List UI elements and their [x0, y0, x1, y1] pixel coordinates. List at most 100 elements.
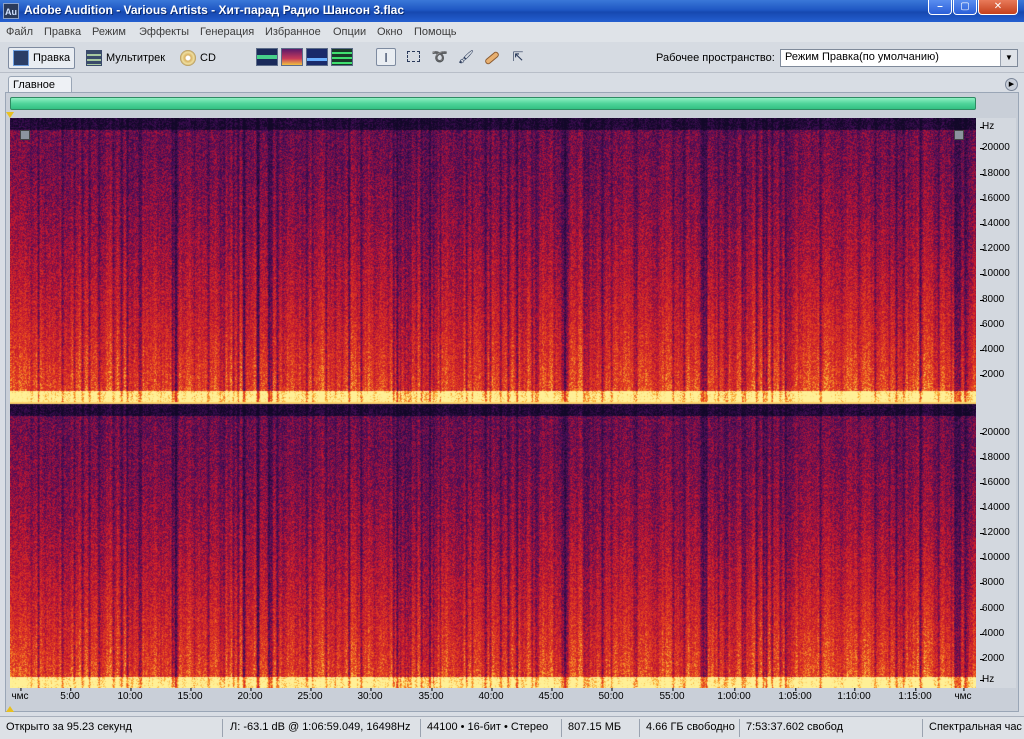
lasso-tool[interactable]: ➰ — [430, 48, 450, 66]
i-beam-icon: I — [384, 50, 388, 65]
time-tick: 20:00 — [237, 688, 263, 702]
maximize-button[interactable]: ▢ — [953, 0, 977, 15]
workspace-select[interactable]: Режим Правка(по умолчанию) ▼ — [780, 49, 1018, 67]
menu-generate[interactable]: Генерация — [200, 26, 254, 38]
time-tick: 1:15:00 — [898, 688, 932, 702]
time-end-label: чмс — [954, 688, 972, 702]
status-divider — [639, 719, 640, 737]
cd-icon — [180, 50, 196, 66]
freq-tick: 12000 — [980, 243, 1010, 254]
menu-options[interactable]: Опции — [333, 26, 366, 38]
menu-help[interactable]: Помощь — [414, 26, 457, 38]
menu-view[interactable]: Режим — [92, 26, 126, 38]
freq-tick: 8000 — [979, 294, 1005, 305]
status-open-time: Открыто за 95.23 секунд — [6, 721, 132, 733]
menu-effects[interactable]: Эффекты — [139, 26, 189, 38]
status-divider — [922, 719, 923, 737]
spectral-display-icon — [282, 49, 298, 65]
tab-main[interactable]: Главное — [8, 76, 72, 93]
freq-tick: 10000 — [980, 552, 1010, 563]
close-button[interactable]: ✕ — [978, 0, 1018, 15]
freq-tick: 6000 — [979, 319, 1005, 330]
freq-tick: 20000 — [980, 142, 1010, 153]
spectrogram-display[interactable] — [10, 118, 976, 688]
freq-tick: 4000 — [979, 344, 1005, 355]
lasso-icon: ➰ — [431, 49, 449, 64]
time-start-label: чмс — [11, 688, 29, 702]
overview-range-bar[interactable] — [10, 97, 976, 110]
time-ruler[interactable]: чмс 5:00 10:00 15:00 20:00 25:00 30:00 3… — [10, 688, 976, 706]
paintbrush-icon: 🖌 — [457, 49, 475, 64]
phase-display-toggle[interactable] — [331, 48, 353, 66]
status-divider — [739, 719, 740, 737]
status-bar: Открыто за 95.23 секунд Л: -63.1 dB @ 1:… — [0, 716, 1024, 739]
minimize-button[interactable]: – — [928, 0, 952, 15]
effects-paintbrush-tool[interactable]: 🖌 — [456, 48, 476, 66]
time-tick: 35:00 — [418, 688, 444, 702]
time-tick: 55:00 — [659, 688, 685, 702]
status-divider — [222, 719, 223, 737]
chevron-down-icon: ▼ — [1000, 50, 1017, 66]
audition-icon: Au — [3, 3, 19, 19]
time-selection-tool[interactable]: I — [376, 48, 396, 66]
window-title: Adobe Audition - Various Artists - Хит-п… — [24, 3, 405, 17]
spectral-display-toggle[interactable] — [281, 48, 303, 66]
waveform-display-toggle[interactable] — [256, 48, 278, 66]
freq-tick: 8000 — [979, 577, 1005, 588]
freq-tick: 18000 — [980, 168, 1010, 179]
status-view-mode: Спектральная час — [929, 721, 1022, 733]
freq-tick: 6000 — [979, 603, 1005, 614]
time-tick: 1:05:00 — [778, 688, 812, 702]
pan-display-toggle[interactable] — [306, 48, 328, 66]
waveform-icon — [13, 50, 29, 66]
right-channel-handle[interactable] — [954, 130, 964, 140]
status-divider — [420, 719, 421, 737]
frequency-axis: Hz 20000 18000 16000 14000 12000 10000 8… — [976, 118, 1016, 688]
cd-view-button[interactable]: CD — [180, 47, 216, 69]
spectral-pan-icon — [307, 49, 327, 65]
menu-file[interactable]: Файл — [6, 26, 33, 38]
marquee-tool[interactable] — [403, 48, 423, 66]
menu-window[interactable]: Окно — [377, 26, 403, 38]
status-format: 44100 • 16-бит • Стерео — [427, 721, 549, 733]
time-tick: 1:10:00 — [837, 688, 871, 702]
freq-tick: 10000 — [980, 268, 1010, 279]
multitrack-icon — [86, 50, 102, 66]
status-free-space: 4.66 ГБ свободно — [646, 721, 735, 733]
freq-tick: 18000 — [980, 452, 1010, 463]
spectral-phase-icon — [332, 49, 352, 65]
time-tick: 30:00 — [357, 688, 383, 702]
freq-tick: 14000 — [980, 218, 1010, 229]
multitrack-view-label: Мультитрек — [106, 52, 166, 64]
time-tick: 25:00 — [297, 688, 323, 702]
left-channel-handle[interactable] — [20, 130, 30, 140]
toolbar: Правка Мультитрек CD I ➰ 🖌 ⇱ Рабочее про… — [0, 42, 1024, 73]
menu-edit[interactable]: Правка — [44, 26, 81, 38]
cd-view-label: CD — [200, 52, 216, 64]
scrub-icon: ⇱ — [512, 49, 524, 64]
scrub-tool[interactable]: ⇱ — [508, 48, 528, 66]
play-triangle-icon: ▶ — [1008, 81, 1015, 88]
freq-tick: 16000 — [980, 477, 1010, 488]
workspace-label: Рабочее пространство: — [656, 52, 775, 64]
freq-unit-top: Hz — [979, 121, 995, 132]
menu-bar: Файл Правка Режим Эффекты Генерация Избр… — [0, 22, 1024, 42]
end-marker-icon[interactable] — [6, 706, 14, 712]
freq-tick: 4000 — [979, 628, 1005, 639]
status-cursor-info: Л: -63.1 dB @ 1:06:59.049, 16498Hz — [230, 721, 411, 733]
freq-tick: 20000 — [980, 427, 1010, 438]
time-tick: 5:00 — [60, 688, 80, 702]
time-tick: 50:00 — [598, 688, 624, 702]
panel-menu-button[interactable]: ▶ — [1005, 78, 1018, 91]
status-divider — [561, 719, 562, 737]
title-bar: Au Adobe Audition - Various Artists - Хи… — [0, 0, 1024, 22]
multitrack-view-button[interactable]: Мультитрек — [86, 47, 165, 69]
freq-tick: 14000 — [980, 502, 1010, 513]
time-tick: 1:00:00 — [717, 688, 751, 702]
spot-healing-tool[interactable] — [482, 48, 502, 66]
freq-unit-bottom: Hz — [979, 674, 995, 685]
time-tick: 10:00 — [117, 688, 143, 702]
edit-view-button[interactable]: Правка — [8, 47, 76, 69]
edit-view-label: Правка — [33, 52, 71, 64]
menu-favorites[interactable]: Избранное — [265, 26, 321, 38]
